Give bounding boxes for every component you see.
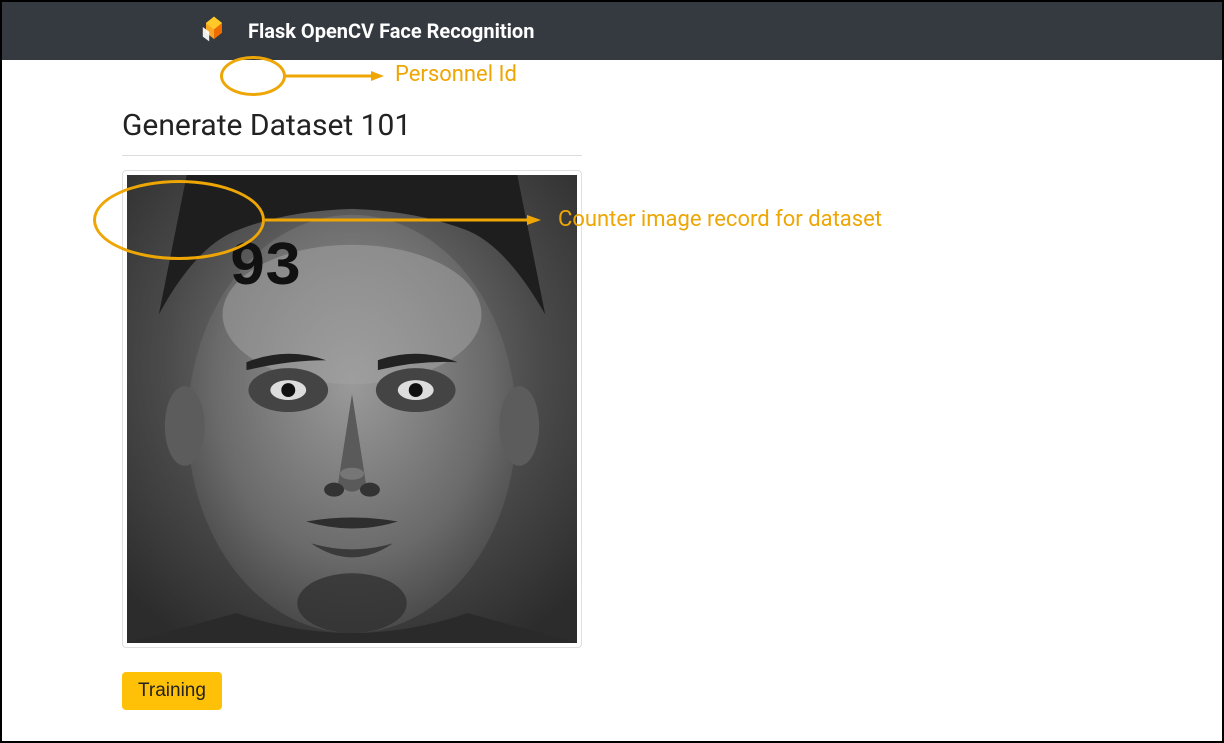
counter-annotation: Counter image record for dataset — [558, 207, 882, 232]
main-content: Generate Dataset 101 Personnel Id — [2, 60, 1222, 710]
navbar-title: Flask OpenCV Face Recognition — [248, 19, 534, 43]
personnel-id-value: 101 — [361, 108, 412, 143]
training-button[interactable]: Training — [122, 672, 222, 710]
navbar: Flask OpenCV Face Recognition — [2, 2, 1222, 60]
page-heading: Generate Dataset 101 — [122, 108, 582, 156]
camera-feed-image: 93 — [127, 175, 577, 643]
heading-prefix: Generate Dataset — [122, 108, 361, 143]
personnel-id-annotation: Personnel Id — [395, 62, 517, 87]
personnel-id-highlight-ellipse — [220, 56, 286, 96]
camera-feed-card: 93 — [122, 170, 582, 648]
image-counter-value: 93 — [229, 237, 299, 299]
personnel-id-arrow — [286, 68, 386, 88]
app-logo-icon — [198, 15, 230, 47]
